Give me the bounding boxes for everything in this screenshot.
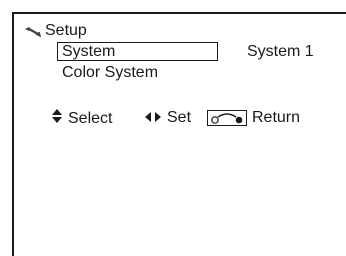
menu-item-label: Color System	[62, 64, 159, 81]
help-set-label: Set	[167, 109, 192, 126]
help-select: Select	[52, 109, 112, 128]
up-down-arrows-icon	[52, 109, 62, 128]
menu-item-label: System	[62, 43, 116, 60]
left-right-arrows-icon	[145, 109, 161, 127]
help-set: Set	[145, 109, 191, 127]
help-select-label: Select	[68, 109, 113, 127]
help-return: Return	[207, 109, 300, 127]
return-button-icon	[207, 110, 247, 126]
setup-title: Setup	[45, 22, 87, 39]
wrench-icon	[24, 24, 42, 38]
system-value: System 1	[247, 43, 314, 60]
menu-item-system[interactable]: System	[57, 42, 218, 61]
menu-item-color-system[interactable]: Color System	[62, 64, 158, 82]
setup-header: Setup	[24, 22, 87, 40]
help-return-label: Return	[252, 109, 301, 126]
